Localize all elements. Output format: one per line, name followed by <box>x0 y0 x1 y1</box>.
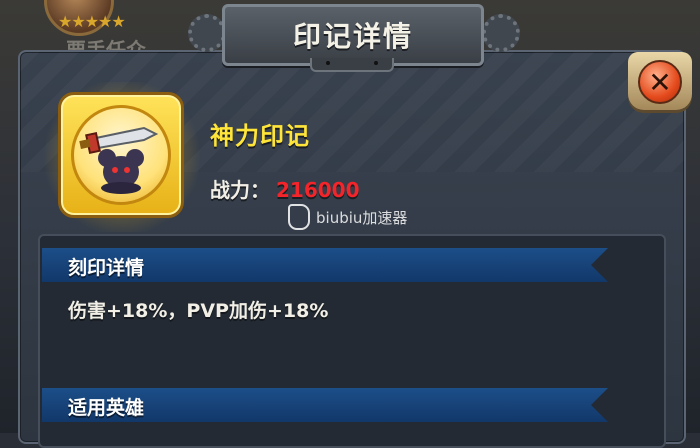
title-plate-tab <box>310 58 394 72</box>
gear-right-icon <box>482 14 520 52</box>
power-label: 战力： <box>210 178 270 202</box>
close-icon: ✕ <box>638 60 682 104</box>
watermark: biubiu加速器 <box>288 204 407 230</box>
watermark-text: biubiu加速器 <box>316 208 408 227</box>
dialog-title: 印记详情 <box>292 20 413 53</box>
close-button[interactable]: ✕ <box>628 52 692 110</box>
section-engrave-title: 刻印详情 <box>68 257 145 279</box>
section-heroes-header: 适用英雄 <box>42 388 608 422</box>
power-row: 战力： 216000 <box>210 174 360 203</box>
power-value: 216000 <box>276 178 360 202</box>
gear-left-icon <box>188 14 226 52</box>
star-rating: ★★★★★ <box>58 12 126 31</box>
item-name: 神力印记 <box>210 122 310 150</box>
item-icon-disc <box>71 105 171 205</box>
sword-mouse-emblem-icon <box>79 126 159 194</box>
watermark-logo-icon <box>288 204 310 230</box>
item-icon-frame <box>58 92 184 218</box>
engrave-effect-text: 伤害+18%，PVP加伤+18% <box>68 300 329 322</box>
section-engrave-header: 刻印详情 <box>42 248 608 282</box>
title-plate: 印记详情 <box>222 4 484 66</box>
section-heroes-title: 适用英雄 <box>68 397 145 419</box>
